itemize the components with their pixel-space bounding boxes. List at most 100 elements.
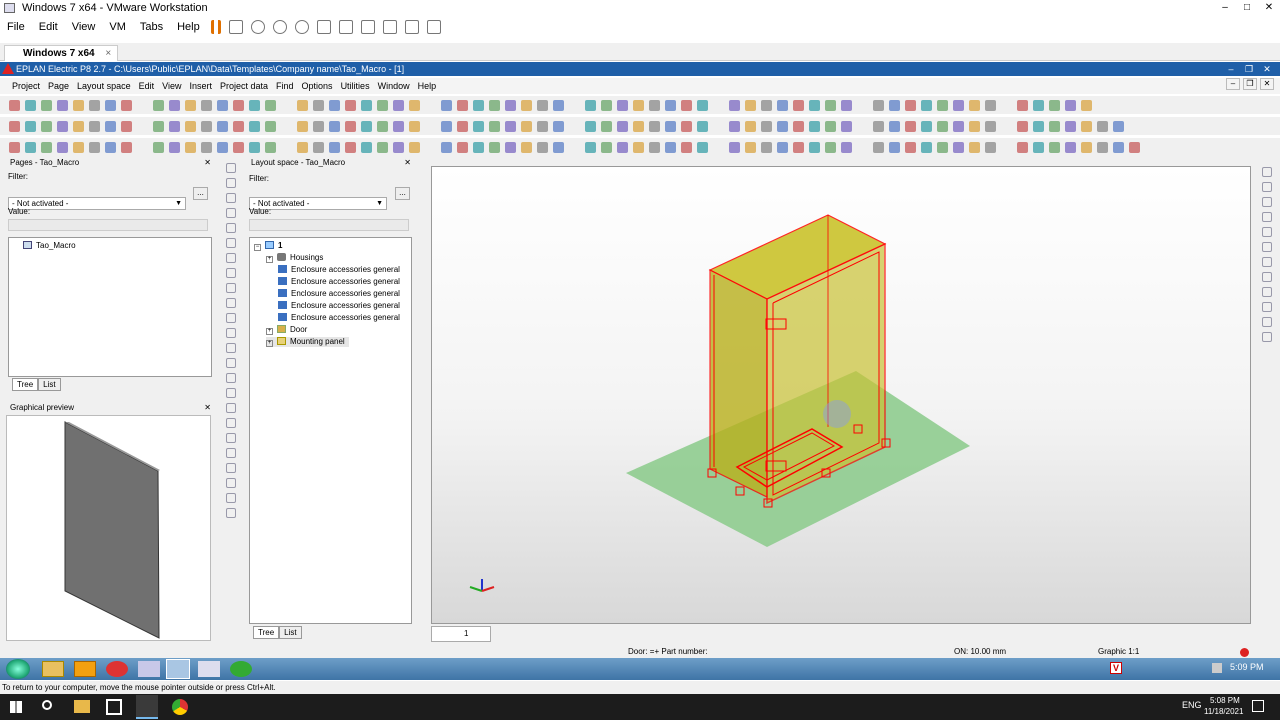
toolbar3-tool-icon[interactable] xyxy=(504,141,516,153)
menu-insert[interactable]: Insert xyxy=(185,81,216,91)
toolbar2-tool-icon[interactable] xyxy=(648,120,660,132)
toolbar2-tool-icon[interactable] xyxy=(616,120,628,132)
tree-item-accessory-5[interactable]: Enclosure accessories general xyxy=(278,313,400,323)
toolbar2-tool-icon[interactable] xyxy=(760,120,772,132)
toolbar2-tool-icon[interactable] xyxy=(248,120,260,132)
toolbar1-tool-icon[interactable] xyxy=(1016,99,1028,111)
toolbar1-tool-icon[interactable] xyxy=(120,99,132,111)
toolbar3-tool-icon[interactable] xyxy=(232,141,244,153)
right-tool-icon[interactable] xyxy=(1262,256,1272,267)
toolbar3-tool-icon[interactable] xyxy=(360,141,372,153)
pages-tree[interactable]: Tao_Macro xyxy=(8,237,212,377)
toolbar3-tool-icon[interactable] xyxy=(968,141,980,153)
tree-item-housings[interactable]: + Housings xyxy=(266,253,323,263)
toolbar2-tool-icon[interactable] xyxy=(1064,120,1076,132)
toolbar1-tool-icon[interactable] xyxy=(504,99,516,111)
toolbar3-tool-icon[interactable] xyxy=(248,141,260,153)
menu-project[interactable]: Project xyxy=(8,81,44,91)
toolbar1-tool-icon[interactable] xyxy=(152,99,164,111)
toolbar1-tool-icon[interactable] xyxy=(600,99,612,111)
drawing-tool-icon[interactable] xyxy=(226,312,236,323)
pause-icon[interactable] xyxy=(210,20,221,34)
drawing-tool-icon[interactable] xyxy=(226,417,236,428)
toolbar1-tool-icon[interactable] xyxy=(1048,99,1060,111)
toolbar3-tool-icon[interactable] xyxy=(456,141,468,153)
revert-snapshot-icon[interactable] xyxy=(272,20,287,34)
right-tool-icon[interactable] xyxy=(1262,181,1272,192)
toolbar1-tool-icon[interactable] xyxy=(376,99,388,111)
menu-find[interactable]: Find xyxy=(272,81,298,91)
toolbar2-tool-icon[interactable] xyxy=(152,120,164,132)
drawing-tool-icon[interactable] xyxy=(226,237,236,248)
network-tray-icon[interactable] xyxy=(1212,663,1222,673)
toolbar3-tool-icon[interactable] xyxy=(632,141,644,153)
page-tab-1[interactable]: 1 xyxy=(431,626,491,642)
toolbar1-tool-icon[interactable] xyxy=(216,99,228,111)
notification-icon[interactable] xyxy=(1252,700,1264,712)
layout-filter-more-button[interactable]: ... xyxy=(395,187,410,200)
toolbar3-tool-icon[interactable] xyxy=(936,141,948,153)
toolbar2-tool-icon[interactable] xyxy=(632,120,644,132)
toolbar3-tool-icon[interactable] xyxy=(552,141,564,153)
menu-layout-space[interactable]: Layout space xyxy=(73,81,135,91)
tab-list[interactable]: List xyxy=(38,378,61,391)
toolbar3-tool-icon[interactable] xyxy=(1048,141,1060,153)
pages-filter-more-button[interactable]: ... xyxy=(193,187,208,200)
toolbar3-tool-icon[interactable] xyxy=(296,141,308,153)
toolbar2-tool-icon[interactable] xyxy=(24,120,36,132)
toolbar2-tool-icon[interactable] xyxy=(520,120,532,132)
toolbar3-tool-icon[interactable] xyxy=(1128,141,1140,153)
drawing-tool-icon[interactable] xyxy=(226,162,236,173)
chrome-taskbar-icon[interactable] xyxy=(172,699,188,715)
unity-icon[interactable] xyxy=(382,20,397,34)
menu-help[interactable]: Help xyxy=(414,81,441,91)
toolbar2-tool-icon[interactable] xyxy=(888,120,900,132)
toolbar1-tool-icon[interactable] xyxy=(184,99,196,111)
pages-value-input[interactable] xyxy=(8,219,208,231)
full-screen-icon[interactable] xyxy=(360,20,375,34)
layout-tree[interactable]: −1 + Housings Enclosure accessories gener… xyxy=(249,237,412,624)
toolbar3-tool-icon[interactable] xyxy=(488,141,500,153)
toolbar1-tool-icon[interactable] xyxy=(264,99,276,111)
windows-start-icon[interactable] xyxy=(10,701,22,713)
toolbar1-tool-icon[interactable] xyxy=(232,99,244,111)
toolbar3-tool-icon[interactable] xyxy=(1080,141,1092,153)
toolbar2-tool-icon[interactable] xyxy=(936,120,948,132)
doc-close-button[interactable]: ✕ xyxy=(1260,78,1274,90)
pages-filter-select[interactable]: - Not activated - ▼ xyxy=(8,197,186,210)
toolbar1-tool-icon[interactable] xyxy=(680,99,692,111)
toolbar1-tool-icon[interactable] xyxy=(760,99,772,111)
toolbar2-tool-icon[interactable] xyxy=(808,120,820,132)
layout-space-viewport[interactable] xyxy=(431,166,1251,624)
toolbar3-tool-icon[interactable] xyxy=(184,141,196,153)
drawing-tool-icon[interactable] xyxy=(226,402,236,413)
toolbar1-tool-icon[interactable] xyxy=(328,99,340,111)
toolbar2-tool-icon[interactable] xyxy=(984,120,996,132)
toolbar3-tool-icon[interactable] xyxy=(1112,141,1124,153)
toolbar1-tool-icon[interactable] xyxy=(728,99,740,111)
start-orb-icon[interactable] xyxy=(6,659,30,679)
search-icon[interactable] xyxy=(42,700,52,710)
host-time[interactable]: 5:08 PM xyxy=(1210,696,1240,705)
toolbar2-tool-icon[interactable] xyxy=(664,120,676,132)
toolbar2-tool-icon[interactable] xyxy=(552,120,564,132)
toolbar2-tool-icon[interactable] xyxy=(232,120,244,132)
toolbar3-tool-icon[interactable] xyxy=(344,141,356,153)
toolbar1-tool-icon[interactable] xyxy=(824,99,836,111)
toolbar3-tool-icon[interactable] xyxy=(616,141,628,153)
tree-item-accessory-3[interactable]: Enclosure accessories general xyxy=(278,289,400,299)
toolbar2-tool-icon[interactable] xyxy=(872,120,884,132)
toolbar3-tool-icon[interactable] xyxy=(664,141,676,153)
toolbar3-tool-icon[interactable] xyxy=(776,141,788,153)
toolbar3-tool-icon[interactable] xyxy=(888,141,900,153)
language-indicator[interactable]: ENG xyxy=(1182,700,1202,710)
drawing-tool-icon[interactable] xyxy=(226,267,236,278)
toolbar2-tool-icon[interactable] xyxy=(536,120,548,132)
maximize-button[interactable]: □ xyxy=(1236,0,1258,16)
toolbar1-tool-icon[interactable] xyxy=(808,99,820,111)
thumbnail-bar-icon[interactable] xyxy=(338,20,353,34)
eplan-restore-button[interactable]: ❐ xyxy=(1240,62,1258,76)
toolbar3-tool-icon[interactable] xyxy=(680,141,692,153)
drawing-tool-icon[interactable] xyxy=(226,432,236,443)
toolbar2-tool-icon[interactable] xyxy=(120,120,132,132)
